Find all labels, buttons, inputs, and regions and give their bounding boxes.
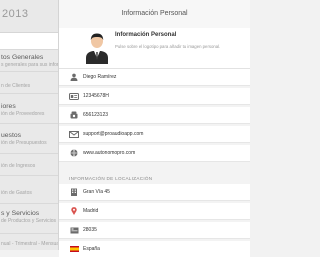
sidebar-item-label: tos Generales	[1, 54, 44, 61]
sidebar-item-sublabel: nual - Trimestral - Mensual	[1, 241, 59, 247]
sidebar-item-label: iores	[1, 103, 16, 110]
sidebar-item-sublabel: ión de Proveedores	[1, 111, 45, 117]
main-panel: Información Personal Información Persona…	[59, 0, 250, 257]
sidebar-item-label: uestos	[1, 132, 22, 139]
country-value: España	[83, 246, 100, 252]
sidebar-item-datos-generales[interactable]: tos Generales s generales para sus infor…	[0, 50, 58, 72]
address-row[interactable]: Gran Vía 45	[59, 184, 250, 201]
sidebar-item-gastos[interactable]: ión de Gastos	[0, 176, 58, 204]
building-icon	[69, 188, 79, 196]
phone-row[interactable]: 656123123	[59, 107, 250, 124]
city-value: Madrid	[83, 208, 99, 214]
sidebar-item-sublabel: ión de Ingresos	[1, 163, 36, 169]
profile-title: Información Personal	[115, 32, 177, 38]
name-value: Diego Ramírez	[83, 74, 117, 80]
avatar-logo-button[interactable]	[83, 28, 111, 64]
postal-code-value: 28035	[83, 227, 97, 233]
mail-icon	[69, 130, 79, 138]
sidebar: 2013 tos Generales s generales para sus …	[0, 0, 59, 250]
postal-code-row[interactable]: 28035	[59, 222, 250, 239]
email-value: support@proaudioapp.com	[83, 131, 144, 137]
postal-icon	[69, 226, 79, 234]
sidebar-item-sublabel: s generales para sus informes	[1, 62, 59, 68]
sidebar-item-sublabel: ión de Gastos	[1, 190, 32, 196]
address-value: Gran Vía 45	[83, 189, 110, 195]
nif-value: 12345678H	[83, 93, 109, 99]
sidebar-item-sublabel: de Productos y Servicios	[1, 218, 57, 224]
flag-icon	[69, 245, 79, 253]
city-row[interactable]: Madrid	[59, 203, 250, 220]
sidebar-item-productos-servicios[interactable]: s y Servicios de Productos y Servicios	[0, 204, 58, 234]
sidebar-item-sublabel: n de Clientes	[1, 83, 31, 89]
email-row[interactable]: support@proaudioapp.com	[59, 126, 250, 143]
sidebar-item-presupuestos[interactable]: uestos ión de Presupuestos	[0, 124, 58, 154]
phone-icon	[69, 111, 79, 119]
sidebar-item-personal[interactable]	[0, 33, 58, 50]
sidebar-item-proveedores[interactable]: iores ión de Proveedores	[0, 94, 58, 124]
sidebar-item-ingresos[interactable]: ión de Ingresos	[0, 154, 58, 176]
country-row[interactable]: España	[59, 241, 250, 257]
nif-row[interactable]: 12345678H	[59, 88, 250, 105]
person-icon	[69, 73, 79, 81]
map-pin-icon	[69, 207, 79, 215]
web-value: www.autonomopro.com	[83, 150, 136, 156]
sidebar-year: 2013	[0, 0, 58, 33]
name-row[interactable]: Diego Ramírez	[59, 69, 250, 86]
globe-icon	[69, 149, 79, 157]
phone-value: 656123123	[83, 112, 109, 118]
location-section-heading: INFORMACIÓN DE LOCALIZACIÓN	[69, 176, 153, 181]
sidebar-item-sublabel: ión de Presupuestos	[1, 140, 47, 146]
avatar-icon	[86, 33, 108, 64]
sidebar-item-informes[interactable]: nual - Trimestral - Mensual	[0, 234, 58, 250]
sidebar-item-clientes[interactable]: n de Clientes	[0, 72, 58, 94]
web-row[interactable]: www.autonomopro.com	[59, 145, 250, 162]
profile-subtitle: Pulse sobre el logotipo para añadir tu i…	[115, 44, 221, 49]
id-card-icon	[69, 92, 79, 100]
page-title: Información Personal	[59, 0, 250, 29]
profile-card: Información Personal Pulse sobre el logo…	[59, 28, 250, 69]
sidebar-item-label: s y Servicios	[1, 210, 40, 217]
